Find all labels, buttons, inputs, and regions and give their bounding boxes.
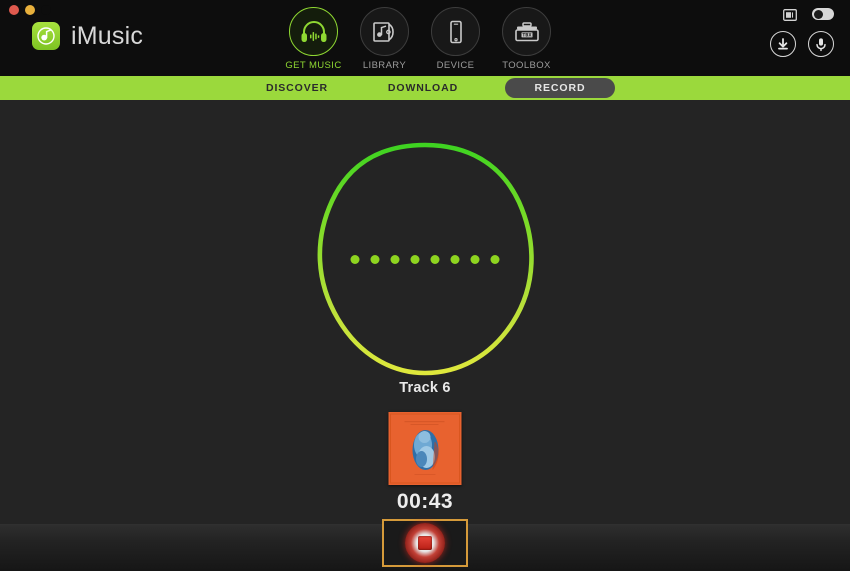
nav-get-music[interactable]: GET MUSIC [285,7,341,71]
secondary-nav: DISCOVER DOWNLOAD RECORD [0,76,850,100]
header-actions [770,8,834,57]
subnav-download[interactable]: DOWNLOAD [359,82,487,94]
elapsed-timer: 00:43 [396,490,454,513]
zoom-button[interactable] [41,5,51,15]
record-stop-button[interactable] [382,519,468,567]
visualizer-dot [490,255,500,264]
visualizer-dot [470,255,480,264]
stop-square-icon [418,536,432,550]
visualizer-dots [350,255,500,264]
feedback-window-icon[interactable] [783,8,797,21]
app-title: iMusic [71,22,144,50]
nav-label: LIBRARY [362,60,407,71]
primary-nav: GET MUSIC LIBRARY DEVICE TBX TOOLBOX [285,7,551,71]
window-controls [9,5,51,15]
subnav-record[interactable]: RECORD [505,78,615,98]
app-brand: iMusic [32,22,143,50]
nav-label: TOOLBOX [502,60,551,71]
headphones-icon [289,7,338,56]
record-button-face [405,523,445,563]
title-bar: iMusic GET MUSIC LIBRARY DEVICE TBX TOOL… [0,0,850,76]
visualizer-dot [450,255,460,264]
visualizer-dot [430,255,440,264]
imusic-window: iMusic GET MUSIC LIBRARY DEVICE TBX TOOL… [0,0,850,571]
subnav-discover[interactable]: DISCOVER [235,82,359,94]
nav-library[interactable]: LIBRARY [360,7,409,71]
visualizer-dot [410,255,420,264]
phone-icon [431,7,480,56]
cd-case-icon [360,7,409,56]
nav-label: GET MUSIC [285,60,342,71]
track-title: Track 6 [399,380,451,396]
toggle-knob [813,9,823,19]
visualizer-dot [370,255,380,264]
toolbox-icon: TBX [502,7,551,56]
download-arrow-icon[interactable] [770,31,796,57]
nav-device[interactable]: DEVICE [431,7,480,71]
music-note-icon [32,22,60,50]
toggle-switch[interactable] [812,8,834,20]
record-panel: Track 6 00:43 [0,100,850,524]
visualizer-dot [390,255,400,264]
close-button[interactable] [9,5,19,15]
minimize-button[interactable] [25,5,35,15]
microphone-icon[interactable] [808,31,834,57]
album-artwork [388,412,462,485]
visualizer-dot [350,255,360,264]
nav-label: DEVICE [436,60,475,71]
svg-text:TBX: TBX [522,32,532,37]
nav-toolbox[interactable]: TBX TOOLBOX [502,7,551,71]
